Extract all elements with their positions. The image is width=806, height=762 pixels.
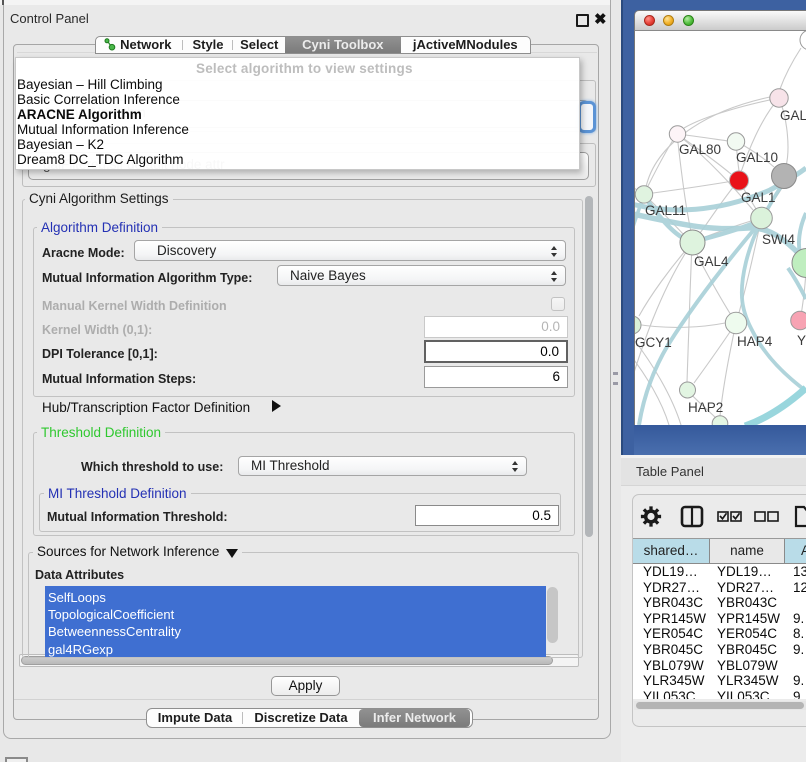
svg-text:SWI4: SWI4 [762,232,795,247]
svg-text:GAL11: GAL11 [645,203,686,218]
svg-text:GCY1: GCY1 [635,335,672,350]
svg-text:Y: Y [797,333,806,348]
svg-text:HAP4: HAP4 [737,334,773,349]
svg-text:HAP2: HAP2 [688,400,723,415]
svg-text:GAL4: GAL4 [694,254,729,269]
svg-text:GAL7: GAL7 [780,108,806,123]
svg-text:GAL10: GAL10 [736,150,778,165]
svg-text:GAL80: GAL80 [679,142,721,157]
svg-text:GAL1: GAL1 [741,190,776,205]
